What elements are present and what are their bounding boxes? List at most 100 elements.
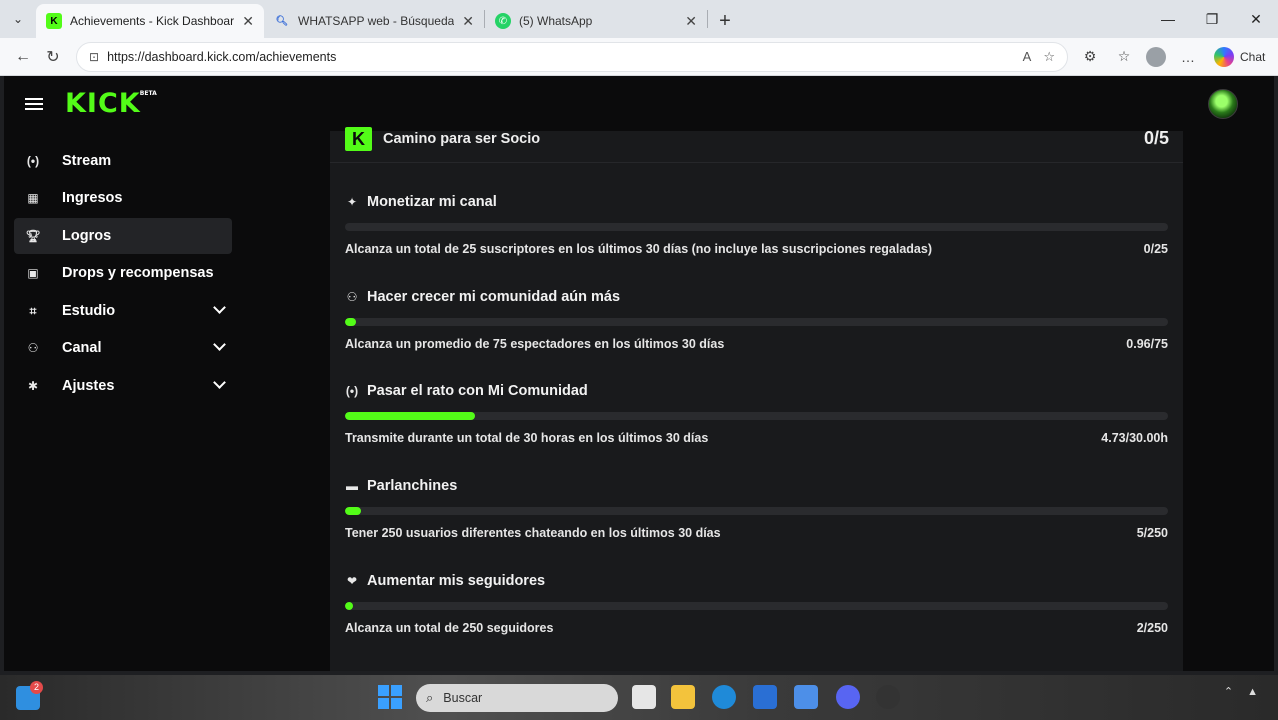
tab-title: Achievements - Kick Dashboard	[70, 14, 235, 28]
store-icon[interactable]	[753, 685, 777, 709]
copilot-icon	[1214, 46, 1234, 67]
achievement-card: ✦ Monetizar mi canal Alcanza un total de…	[345, 194, 1168, 284]
achievement-value: 0.96/75	[1126, 337, 1168, 351]
kick-partner-icon: K	[345, 127, 372, 151]
restore-icon[interactable]: ❐	[1190, 11, 1234, 28]
sidebar-item-ajustes[interactable]: ✱ Ajustes	[14, 368, 232, 404]
achievement-card: (•) Pasar el rato con Mi Comunidad Trans…	[345, 383, 1168, 473]
new-tab-button[interactable]: +	[708, 4, 742, 38]
partner-path-header: K Camino para ser Socio 0/5	[330, 127, 1183, 163]
window-controls: — ❐ ✕	[1146, 0, 1278, 38]
close-icon[interactable]: ✕	[242, 13, 254, 30]
favorites-icon[interactable]: ☆	[1112, 48, 1136, 65]
sidebar-item-label: Canal	[62, 340, 102, 356]
task-view-icon[interactable]	[632, 685, 656, 709]
close-icon[interactable]: ✕	[685, 13, 697, 30]
app-icon[interactable]	[876, 685, 900, 709]
chevron-down-icon[interactable]	[213, 301, 226, 314]
beta-badge: BETA	[139, 90, 157, 97]
achievement-description: Alcanza un total de 250 seguidores	[345, 621, 554, 635]
achievement-header: ❤ Aumentar mis seguidores	[345, 573, 545, 589]
favorite-star-icon[interactable]: ☆	[1043, 49, 1055, 65]
progress-fill	[345, 507, 362, 515]
minimize-icon[interactable]: —	[1146, 11, 1190, 27]
site-info-icon[interactable]: ⊡	[89, 50, 99, 64]
achievement-card: ⚇ Hacer crecer mi comunidad aún más Alca…	[345, 289, 1168, 379]
more-icon[interactable]: …	[1176, 49, 1200, 65]
tab-whatsapp-search[interactable]: 🔍︎ WHATSAPP web - Búsqueda ✕	[264, 4, 484, 38]
tab-title: (5) WhatsApp	[519, 14, 593, 28]
app-icon[interactable]	[794, 685, 818, 709]
taskbar-search[interactable]: ⌕ Buscar	[416, 684, 618, 712]
sidebar-item-label: Estudio	[62, 303, 116, 319]
trophy-icon: 🏆︎	[25, 229, 41, 243]
chevron-down-icon[interactable]	[213, 338, 226, 351]
close-icon[interactable]: ✕	[462, 13, 474, 30]
refresh-icon[interactable]: ↻	[38, 42, 68, 72]
achievement-description: Tener 250 usuarios diferentes chateando …	[345, 526, 721, 540]
achievement-value: 5/250	[1136, 526, 1168, 540]
menu-icon[interactable]	[25, 95, 43, 113]
copilot-button[interactable]: Chat	[1214, 46, 1265, 67]
sidebar-item-estudio[interactable]: ⌗ Estudio	[14, 293, 232, 329]
achievement-title: Aumentar mis seguidores	[367, 573, 546, 589]
sidebar: (•) Stream ▦ Ingresos 🏆︎ Logros ▣ Drops …	[4, 131, 244, 671]
profile-icon[interactable]	[1146, 46, 1166, 67]
gift-icon: ▣	[27, 266, 39, 280]
progress-track	[345, 507, 1168, 515]
close-window-icon[interactable]: ✕	[1234, 11, 1278, 28]
users-icon: ⚇	[27, 341, 39, 355]
edge-icon[interactable]	[712, 685, 736, 709]
browser-tabbar: ⌄ K Achievements - Kick Dashboard ✕ 🔍︎ W…	[0, 0, 1278, 38]
search-icon: ⌕	[426, 690, 434, 705]
achievement-value: 0/25	[1143, 242, 1168, 256]
kick-logo[interactable]: KICK BETA	[65, 88, 157, 119]
sidebar-item-logros[interactable]: 🏆︎ Logros	[14, 218, 232, 254]
progress-track	[345, 318, 1168, 326]
read-aloud-icon[interactable]: A	[1023, 49, 1032, 64]
achievement-title: Hacer crecer mi comunidad aún más	[367, 289, 621, 305]
os-taskbar: 2 ⌕ Buscar ⌃ ▲	[0, 675, 1278, 720]
heart-icon: ❤	[346, 574, 358, 588]
sidebar-item-label: Ingresos	[62, 190, 123, 206]
achievement-description: Alcanza un total de 25 suscriptores en l…	[345, 242, 932, 256]
url-text: https://dashboard.kick.com/achievements	[107, 49, 337, 64]
kick-dashboard: KICK BETA (•) Stream ▦ Ingresos 🏆︎ Logro…	[4, 76, 1274, 671]
achievement-title: Pasar el rato con Mi Comunidad	[367, 383, 588, 399]
chat-icon: ▬	[346, 479, 358, 493]
achievement-title: Monetizar mi canal	[367, 194, 497, 210]
back-icon[interactable]: ←	[8, 42, 38, 72]
gear-icon: ✱	[27, 379, 39, 393]
tab-whatsapp[interactable]: ✆ (5) WhatsApp ✕	[485, 4, 707, 38]
tab-achievements[interactable]: K Achievements - Kick Dashboard ✕	[36, 4, 264, 38]
address-toolbar: ← ↻ ⊡ https://dashboard.kick.com/achieve…	[0, 38, 1278, 76]
achievement-value: 2/250	[1136, 621, 1168, 635]
sidebar-item-label: Logros	[62, 228, 112, 244]
achievement-header: ▬ Parlanchines	[345, 478, 457, 494]
search-placeholder: Buscar	[443, 691, 483, 705]
sidebar-item-canal[interactable]: ⚇ Canal	[14, 330, 232, 366]
start-button[interactable]	[378, 685, 402, 709]
file-explorer-icon[interactable]	[671, 685, 695, 709]
discord-icon[interactable]	[836, 685, 860, 709]
sidebar-item-label: Stream	[62, 153, 112, 169]
progress-track	[345, 223, 1168, 231]
achievement-value: 4.73/30.00h	[1101, 431, 1168, 445]
tab-actions-menu[interactable]: ⌄	[0, 0, 36, 38]
sidebar-item-ingresos[interactable]: ▦ Ingresos	[14, 180, 232, 216]
user-avatar[interactable]	[1208, 89, 1238, 119]
browser-toolbar-icons: ⚙ ☆ …	[1078, 46, 1200, 67]
address-bar[interactable]: ⊡ https://dashboard.kick.com/achievement…	[76, 41, 1068, 72]
achievement-header: (•) Pasar el rato con Mi Comunidad	[345, 383, 588, 399]
chevron-down-icon[interactable]	[213, 376, 226, 389]
search-icon: 🔍︎	[275, 15, 289, 27]
tray-app-icon[interactable]: ▲	[1247, 686, 1258, 698]
chevron-up-icon[interactable]: ⌃	[1224, 685, 1233, 698]
sidebar-item-stream[interactable]: (•) Stream	[14, 143, 232, 179]
sidebar-item-drops[interactable]: ▣ Drops y recompensas	[14, 255, 232, 291]
notification-badge: 2	[30, 681, 43, 694]
extensions-icon[interactable]: ⚙	[1078, 48, 1102, 65]
sparkle-icon: ✦	[346, 195, 358, 209]
broadcast-icon: (•)	[345, 384, 359, 398]
achievement-header: ✦ Monetizar mi canal	[345, 194, 497, 210]
